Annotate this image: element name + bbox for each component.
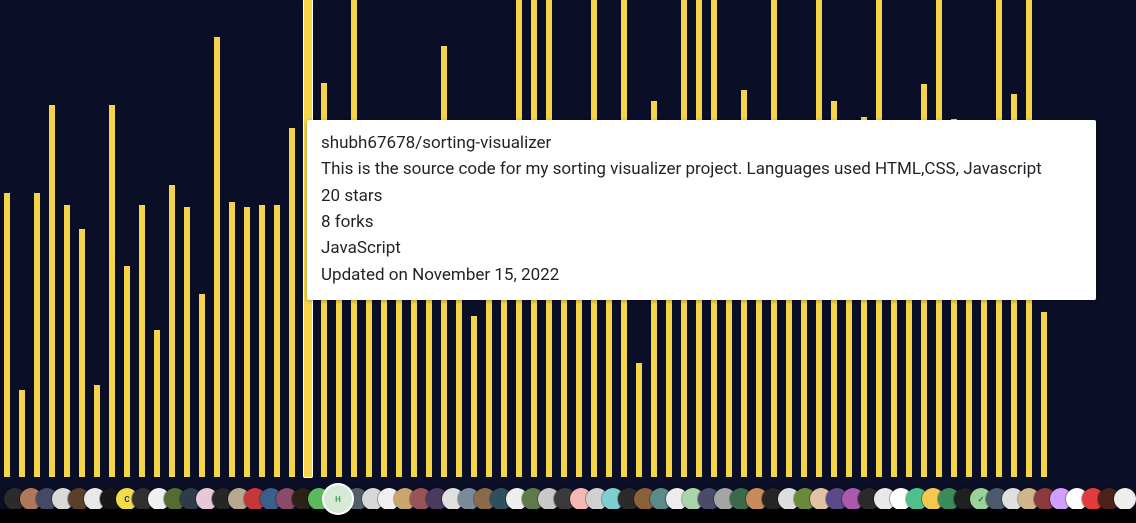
- chart-bar[interactable]: [124, 266, 130, 477]
- chart-bar[interactable]: [1041, 312, 1047, 477]
- chart-bar[interactable]: [79, 229, 85, 477]
- repo-description: This is the source code for my sorting v…: [321, 156, 1082, 182]
- repo-updated: Updated on November 15, 2022: [321, 262, 1082, 288]
- avatar[interactable]: [1114, 488, 1136, 510]
- repo-title[interactable]: shubh67678/sorting-visualizer: [321, 130, 1082, 156]
- chart-bar[interactable]: [64, 205, 70, 477]
- chart-bar[interactable]: [169, 185, 175, 477]
- chart-bar[interactable]: [19, 390, 25, 477]
- chart-bar[interactable]: [501, 280, 507, 477]
- repo-language: JavaScript: [321, 235, 1082, 261]
- chart-bar[interactable]: [94, 385, 100, 477]
- chart-bar[interactable]: [34, 193, 40, 477]
- avatar-strip[interactable]: CH✓: [0, 487, 1136, 511]
- chart-bar[interactable]: [109, 105, 115, 477]
- repo-tooltip: shubh67678/sorting-visualizer This is th…: [307, 120, 1096, 300]
- chart-bar[interactable]: [229, 202, 235, 477]
- chart-bar[interactable]: [49, 105, 55, 477]
- chart-bar[interactable]: [139, 205, 145, 477]
- chart-bar[interactable]: [154, 330, 160, 477]
- chart-bar[interactable]: [4, 193, 10, 477]
- chart-bar[interactable]: [214, 37, 220, 477]
- chart-bar[interactable]: [471, 316, 477, 477]
- chart-bar[interactable]: [289, 128, 295, 477]
- chart-bar[interactable]: [636, 363, 642, 477]
- chart-bar[interactable]: [244, 207, 250, 477]
- chart-bar[interactable]: [184, 207, 190, 477]
- chart-bar[interactable]: [259, 205, 265, 477]
- chart-bar[interactable]: [199, 294, 205, 477]
- avatar[interactable]: H: [324, 485, 352, 513]
- bottom-bar: [0, 509, 1136, 523]
- chart-bar[interactable]: [274, 205, 280, 477]
- repo-forks: 8 forks: [321, 209, 1082, 235]
- repo-stars: 20 stars: [321, 183, 1082, 209]
